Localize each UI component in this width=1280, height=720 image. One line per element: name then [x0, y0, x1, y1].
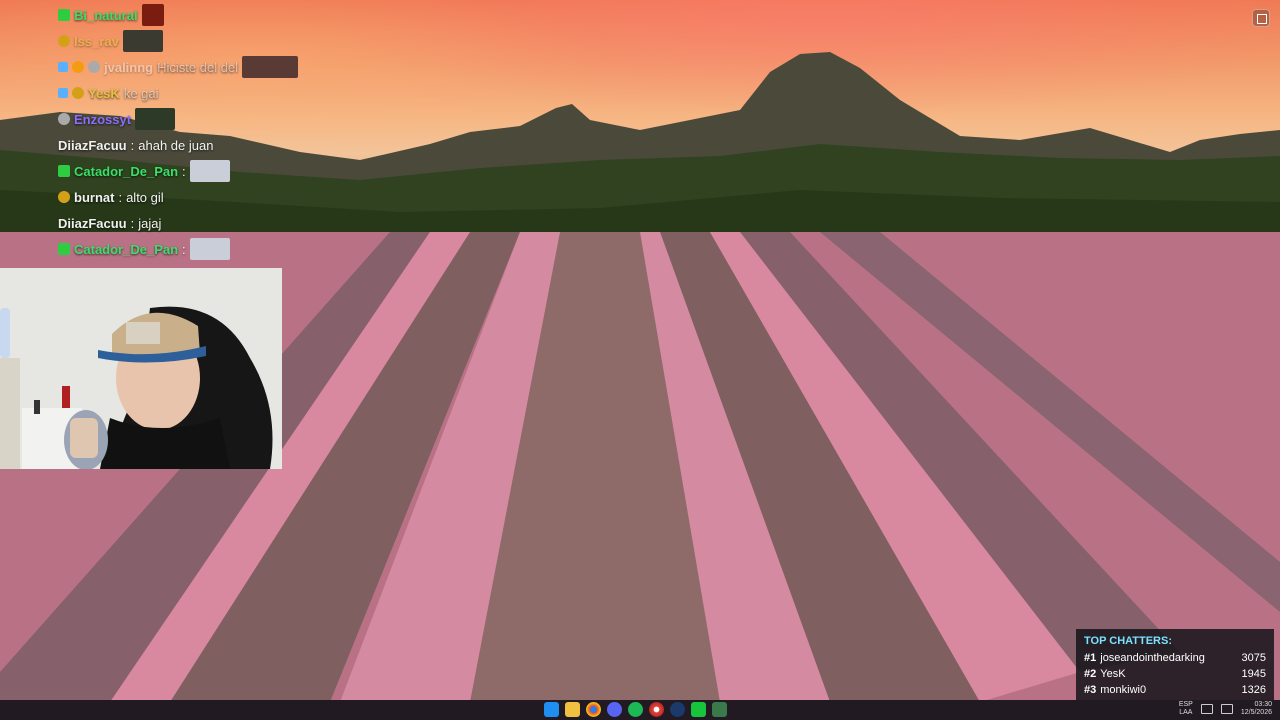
- chat-message: lss_rav: [58, 28, 358, 54]
- emote-icon: [135, 108, 176, 130]
- chat-username: YesK: [88, 85, 120, 101]
- network-icon[interactable]: [1200, 704, 1213, 714]
- chat-message: Bi_natural: [58, 2, 358, 28]
- emote-icon: [141, 4, 164, 26]
- chat-message: Catador_De_Pan:: [58, 236, 358, 262]
- chatter-name: YesK: [1100, 668, 1126, 680]
- streamer-camera-image: [0, 268, 282, 469]
- gold-badge-icon: [58, 191, 70, 203]
- chatter-count: 1945: [1241, 668, 1266, 680]
- chatter-row: #2 YesK 1945: [1084, 666, 1266, 682]
- webcam-feed: [0, 268, 282, 469]
- discord-icon[interactable]: [607, 702, 622, 717]
- viewer-badge-icon: [58, 113, 70, 125]
- emote-icon: [189, 160, 230, 182]
- chat-message: YesK ke gai: [58, 80, 358, 106]
- chat-username: Enzossyt: [74, 111, 132, 127]
- chatter-row: #3 monkiwi0 1326: [1084, 682, 1266, 698]
- bits-badge-icon: [72, 61, 84, 73]
- chat-username: burnat: [74, 189, 115, 205]
- viewer-badge-icon: [88, 61, 100, 73]
- chat-overlay: Bi_natural lss_rav jvalinng Hiciste del …: [58, 2, 358, 262]
- language-indicator[interactable]: ESP LAA: [1179, 701, 1193, 717]
- emote-icon: [242, 56, 299, 78]
- chat-message: DiiazFacuu: jajaj: [58, 215, 162, 231]
- chat-text: jajaj: [138, 215, 162, 231]
- chatter-rank: #1: [1084, 652, 1097, 664]
- chatter-name: joseandointhedarking: [1100, 652, 1205, 664]
- system-tray: ESP LAA 03:30 12/5/2026: [1179, 701, 1272, 717]
- chat-text: alto gil: [126, 189, 164, 205]
- gold-badge-icon: [58, 35, 70, 47]
- chatter-count: 1326: [1241, 684, 1266, 696]
- chrome-icon[interactable]: [586, 702, 601, 717]
- chatter-count: 3075: [1241, 652, 1266, 664]
- verified-badge-icon: [58, 88, 68, 98]
- terminal-icon[interactable]: [712, 702, 727, 717]
- chat-text: Hiciste del del: [157, 59, 239, 75]
- clock-time: 03:30: [1254, 701, 1272, 708]
- taskbar: ESP LAA 03:30 12/5/2026: [0, 700, 1280, 720]
- chat-username: DiiazFacuu: [58, 215, 127, 231]
- gold-badge-icon: [72, 87, 84, 99]
- top-chatters-title: TOP CHATTERS:: [1084, 635, 1173, 647]
- chat-username: DiiazFacuu: [58, 137, 127, 153]
- subscriber-badge-icon: [58, 165, 70, 177]
- top-chatters-panel: TOP CHATTERS: #1 joseandointhedarking 307…: [1076, 629, 1274, 709]
- windows-start-icon[interactable]: [544, 702, 559, 717]
- spotify-icon[interactable]: [628, 702, 643, 717]
- emote-icon: [122, 30, 163, 52]
- chat-username: jvalinng: [104, 59, 154, 75]
- taskbar-apps: [544, 702, 727, 717]
- chatter-name: monkiwi0: [1100, 684, 1147, 696]
- chat-message: burnat: alto gil: [58, 184, 358, 210]
- verified-badge-icon: [58, 62, 68, 72]
- language-sub: LAA: [1179, 709, 1193, 716]
- chat-message: DiiazFacuu: ahah de juan: [58, 137, 214, 153]
- window-toggle-button[interactable]: [1252, 9, 1270, 27]
- chat-text: ke gai: [123, 85, 159, 101]
- clock-date: 12/5/2026: [1240, 709, 1272, 716]
- chatter-rank: #3: [1084, 684, 1097, 696]
- file-explorer-icon[interactable]: [565, 702, 580, 717]
- chat-username: Catador_De_Pan: [74, 241, 179, 257]
- subscriber-badge-icon: [58, 9, 70, 21]
- chat-message: jvalinng Hiciste del del: [58, 54, 358, 80]
- steam-icon[interactable]: [670, 702, 685, 717]
- volume-icon[interactable]: [1220, 704, 1233, 714]
- clock[interactable]: 03:30 12/5/2026: [1241, 701, 1272, 717]
- chat-username: lss_rav: [74, 33, 119, 49]
- chat-username: Catador_De_Pan: [74, 163, 179, 179]
- emote-icon: [189, 238, 230, 260]
- chatter-row: #1 joseandointhedarking 3075: [1084, 650, 1266, 666]
- chrome-alt-icon[interactable]: [649, 702, 664, 717]
- chat-text: ahah de juan: [138, 137, 214, 153]
- chatter-rank: #2: [1084, 668, 1097, 680]
- chat-message: Catador_De_Pan:: [58, 158, 358, 184]
- subscriber-badge-icon: [58, 243, 70, 255]
- obs-icon[interactable]: [691, 702, 706, 717]
- chat-username: Bi_natural: [74, 7, 138, 23]
- chat-message: Enzossyt: [58, 106, 358, 132]
- language-code: ESP: [1178, 701, 1193, 708]
